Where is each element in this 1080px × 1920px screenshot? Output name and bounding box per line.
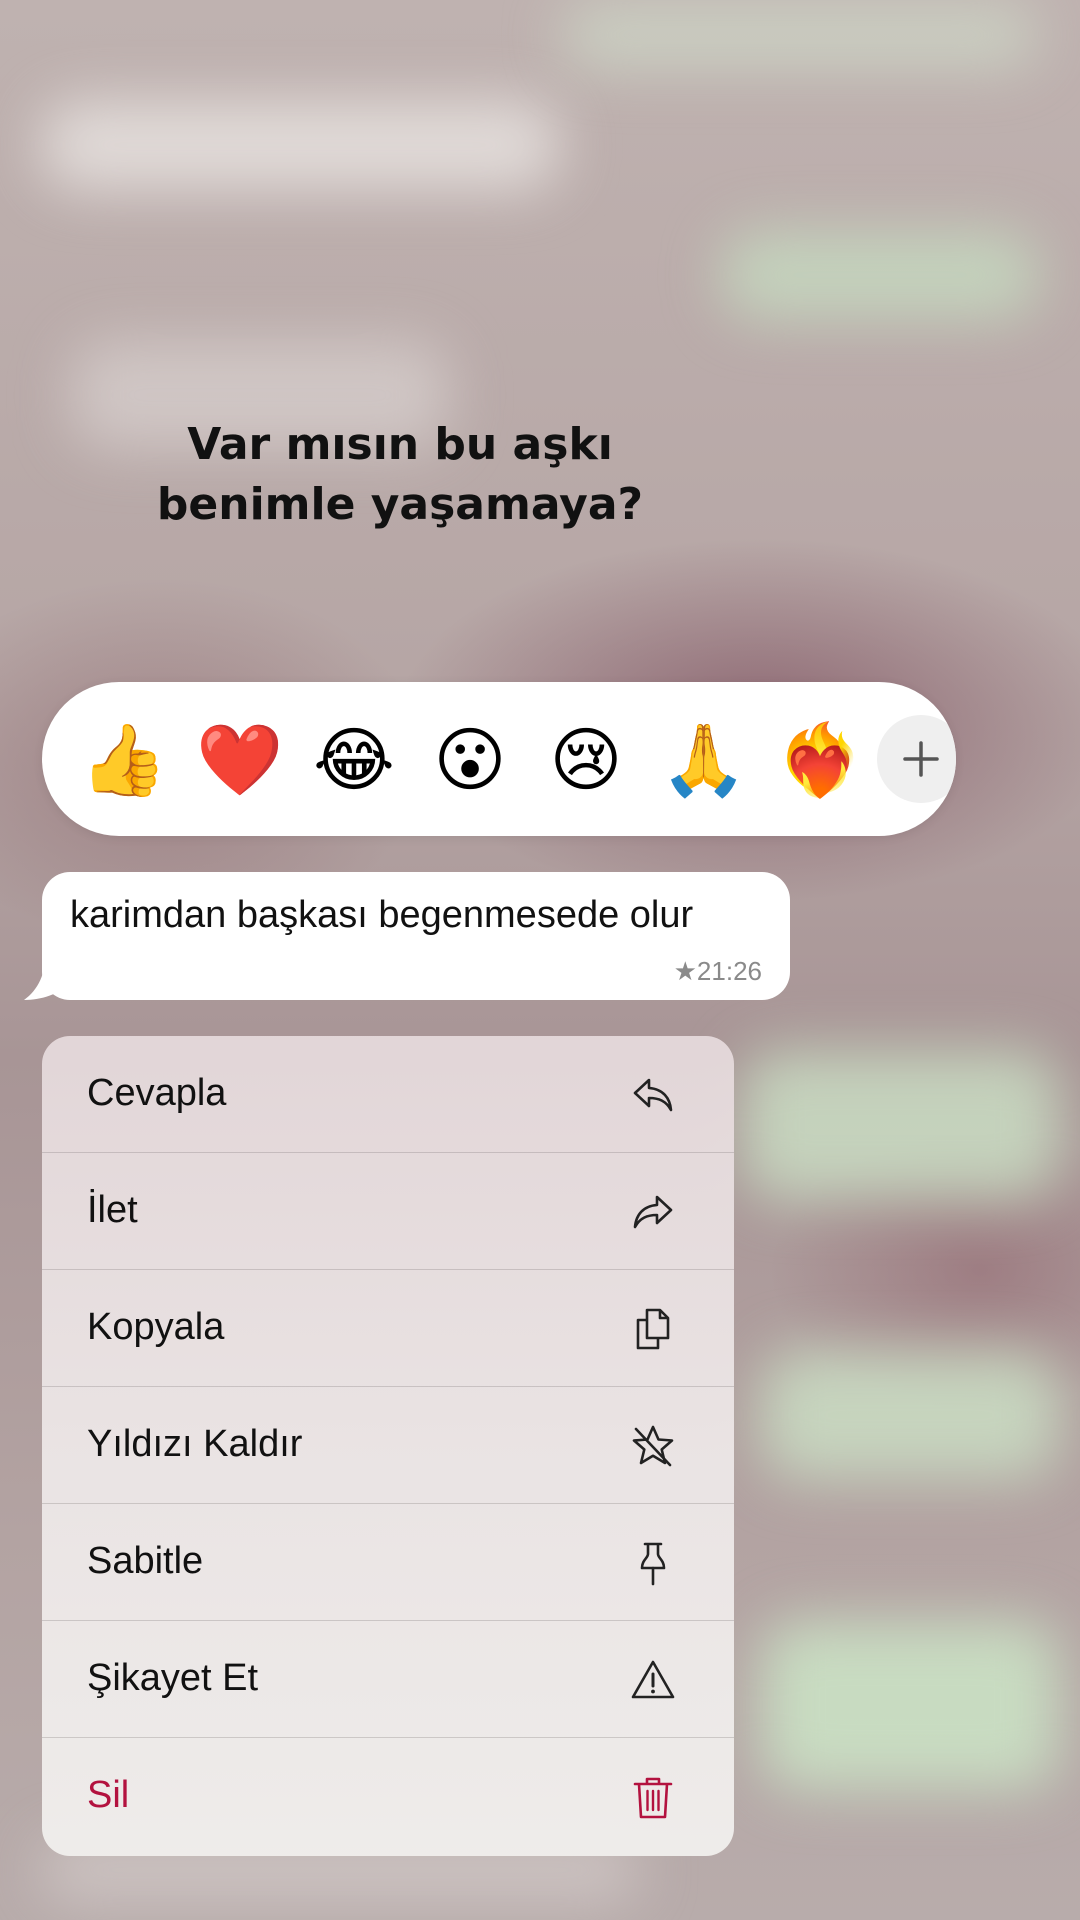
image-caption: Var mısın bu aşkı benimle yaşamaya? — [0, 415, 800, 535]
menu-item-label: Kopyala — [87, 1306, 225, 1348]
context-menu: Cevapla İlet Kopyala Yıldızı Kaldır Sabi… — [42, 1036, 734, 1856]
menu-item-forward[interactable]: İlet — [42, 1153, 734, 1270]
menu-item-unstar[interactable]: Yıldızı Kaldır — [42, 1387, 734, 1504]
reaction-bar: 👍 ❤️ 😂 😮 😢 🙏 ❤️‍🔥 — [42, 682, 956, 836]
menu-item-label: Sabitle — [87, 1540, 204, 1582]
message-bubble[interactable]: karimdan başkası begenmesede olur ★21:26 — [42, 872, 790, 1000]
copy-icon — [636, 1308, 670, 1350]
pin-icon — [640, 1542, 666, 1586]
more-reactions-button[interactable] — [877, 715, 956, 803]
menu-item-reply[interactable]: Cevapla — [42, 1036, 734, 1153]
forward-icon — [633, 1195, 673, 1229]
menu-item-label: Cevapla — [87, 1072, 227, 1114]
menu-item-pin[interactable]: Sabitle — [42, 1504, 734, 1621]
reaction-tears-of-joy[interactable]: 😂 — [312, 718, 396, 802]
menu-item-label: Şikayet Et — [87, 1657, 259, 1699]
reaction-crying-face[interactable]: 😢 — [544, 718, 628, 802]
caption-line-1: Var mısın bu aşkı — [187, 419, 613, 470]
menu-item-copy[interactable]: Kopyala — [42, 1270, 734, 1387]
reaction-surprised-face[interactable]: 😮 — [428, 718, 512, 802]
caption-line-2: benimle yaşamaya? — [156, 479, 644, 530]
menu-item-label: Sil — [87, 1774, 130, 1816]
menu-item-delete[interactable]: Sil — [42, 1738, 734, 1855]
reaction-folded-hands[interactable]: 🙏 — [660, 718, 747, 802]
warning-icon — [631, 1660, 675, 1699]
plus-icon — [903, 741, 939, 777]
menu-item-report[interactable]: Şikayet Et — [42, 1621, 734, 1738]
menu-item-label: Yıldızı Kaldır — [87, 1423, 303, 1465]
reaction-red-heart[interactable]: ❤️ — [196, 718, 283, 802]
trash-icon — [633, 1777, 673, 1819]
unstar-icon — [632, 1425, 674, 1467]
reaction-thumbs-up[interactable]: 👍 — [80, 718, 167, 802]
menu-item-label: İlet — [87, 1189, 138, 1231]
message-timestamp: ★21:26 — [673, 956, 762, 986]
reply-icon — [633, 1078, 673, 1112]
reaction-heart-on-fire[interactable]: ❤️‍🔥 — [776, 718, 863, 802]
message-text: karimdan başkası begenmesede olur — [70, 894, 694, 936]
